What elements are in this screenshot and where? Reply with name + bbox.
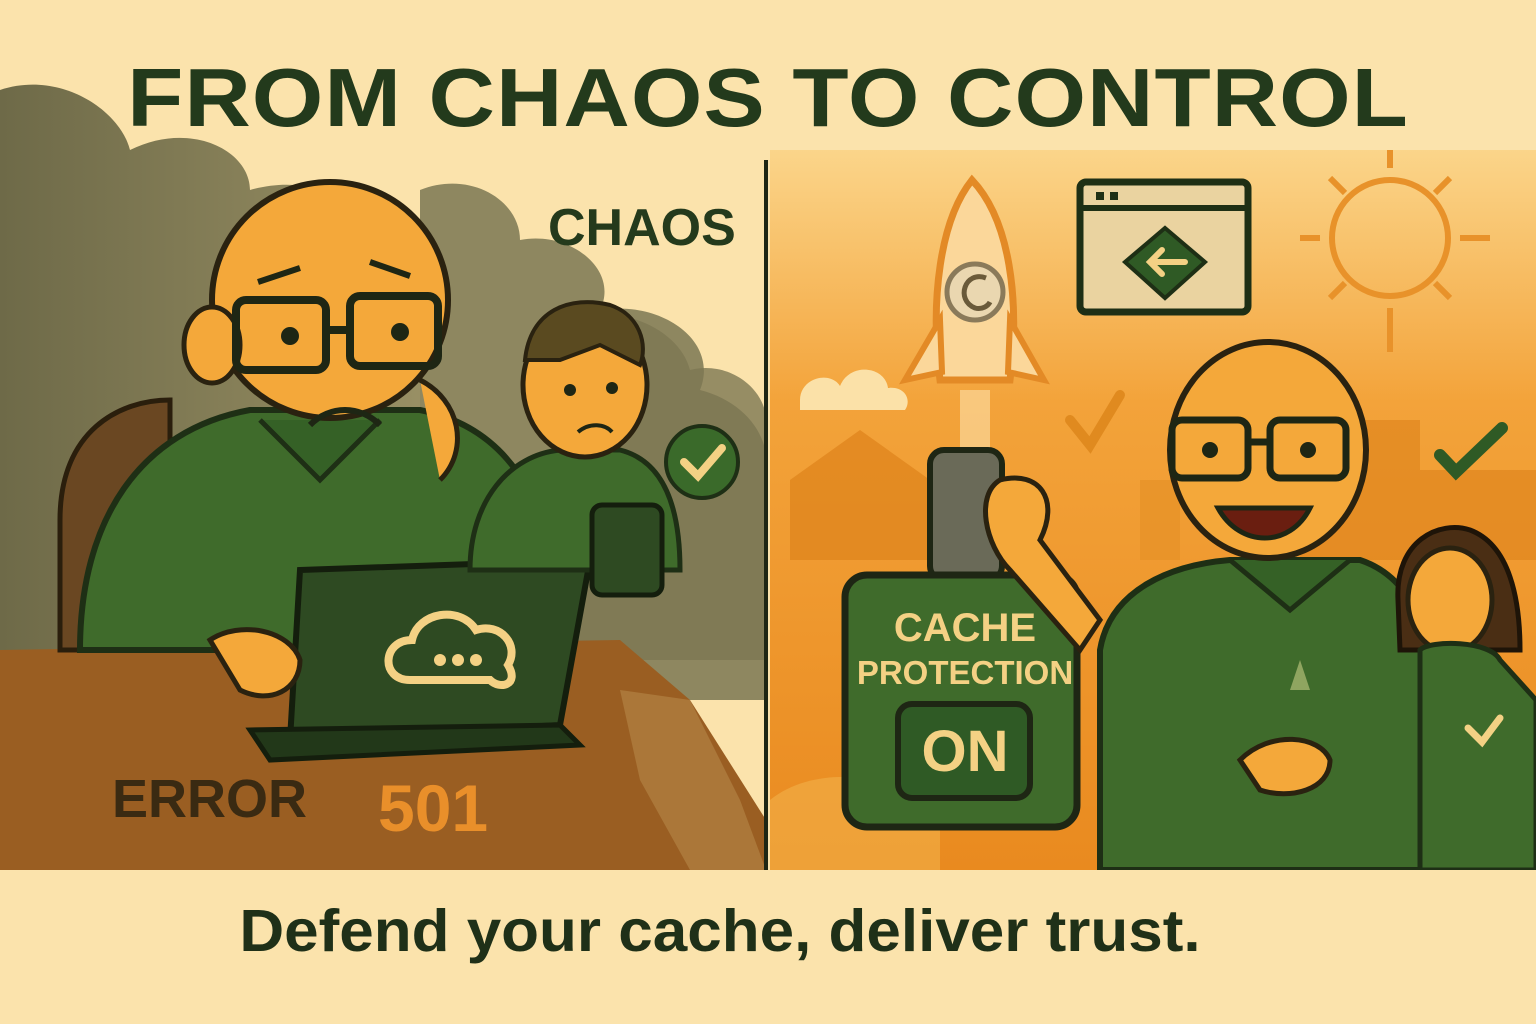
phone bbox=[589, 502, 665, 598]
tagline: Defend your cache, deliver trust. bbox=[239, 898, 1201, 965]
browser-back-icon bbox=[1076, 178, 1252, 316]
control-panel bbox=[770, 150, 1536, 873]
error-label: ERROR bbox=[112, 769, 308, 829]
poster: FROM CHAOS TO CONTROL CHAOS ERROR 501 CA… bbox=[0, 0, 1536, 1024]
error-code: 501 bbox=[378, 771, 489, 845]
switch-label-cache: CACHE bbox=[893, 606, 1037, 650]
chaos-label: CHAOS bbox=[548, 199, 736, 257]
switch-state-on: ON bbox=[921, 719, 1009, 784]
headline: FROM CHAOS TO CONTROL bbox=[127, 52, 1409, 144]
check-icon bbox=[664, 424, 740, 500]
illustration bbox=[0, 0, 1536, 1024]
switch-label-protection: PROTECTION bbox=[856, 654, 1074, 691]
